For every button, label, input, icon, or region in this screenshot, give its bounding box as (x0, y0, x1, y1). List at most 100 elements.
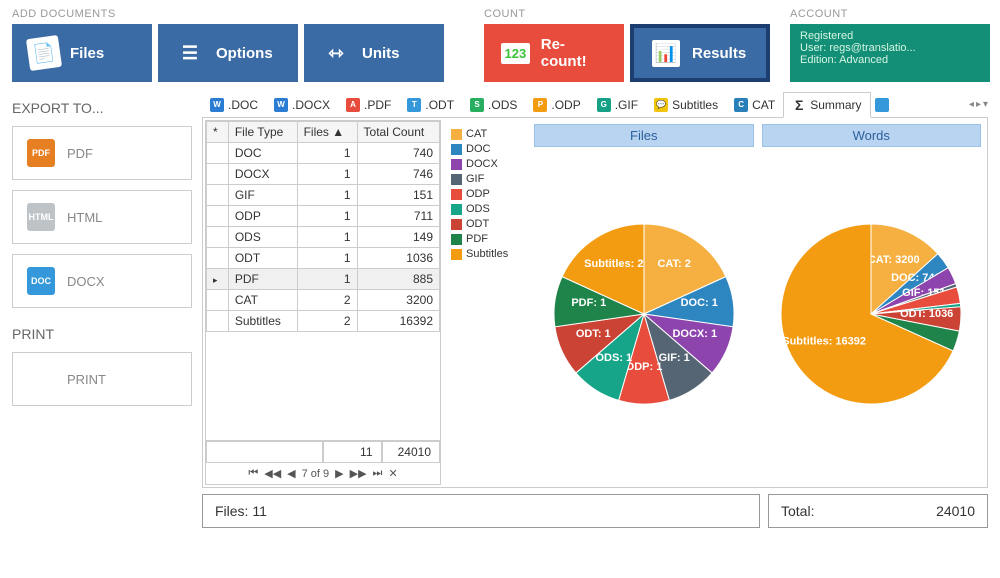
print-btn-label: PRINT (67, 372, 106, 387)
odp-icon: P (533, 98, 547, 112)
svg-text:Subtitles: 2: Subtitles: 2 (584, 258, 643, 270)
chart-files-title: Files (534, 124, 754, 147)
units-icon: ⇿ (320, 37, 352, 69)
chart-legend: CAT DOC DOCX GIF ODP ODS ODT PDF Subtitles (451, 124, 526, 481)
pager-stop[interactable]: ✕ (388, 467, 397, 480)
legend-item: ODT (451, 218, 526, 230)
col-star[interactable]: * (207, 122, 229, 143)
svg-text:Subtitles: 16392: Subtitles: 16392 (783, 335, 867, 347)
legend-item: ODS (451, 203, 526, 215)
tab-odp[interactable]: P.ODP (525, 93, 588, 117)
export-docx-button[interactable]: DOC DOCX (12, 254, 192, 308)
footer-files: Files: 11 (202, 494, 760, 528)
html-icon: HTML (27, 203, 55, 231)
pager-pos: 7 of 9 (302, 468, 330, 480)
tab-ods[interactable]: S.ODS (462, 93, 525, 117)
tab-docx[interactable]: W.DOCX (266, 93, 338, 117)
overflow-icon (875, 98, 889, 112)
pager-last[interactable]: ⏭ (373, 467, 383, 480)
tab-menu[interactable]: ▾ (983, 99, 988, 110)
account-panel[interactable]: Registered User: regs@translatio... Edit… (790, 24, 990, 82)
recount-button[interactable]: 123 Re-count! (484, 24, 624, 82)
tab-doc[interactable]: W.DOC (202, 93, 266, 117)
svg-text:CAT: 3200: CAT: 3200 (868, 254, 920, 266)
files-icon: 📄 (26, 35, 62, 71)
svg-text:CAT: 2: CAT: 2 (657, 258, 690, 270)
tab-overflow[interactable] (871, 93, 897, 117)
legend-item: GIF (451, 173, 526, 185)
tab-scroll-left[interactable]: ◂ (969, 99, 974, 110)
legend-item: CAT (451, 128, 526, 140)
tab-bar: W.DOC W.DOCX A.PDF T.ODT S.ODS P.ODP G.G… (202, 92, 988, 118)
col-total[interactable]: Total Count (357, 122, 439, 143)
pdf-tab-icon: A (346, 98, 360, 112)
export-docx-label: DOCX (67, 274, 105, 289)
odt-icon: T (407, 98, 421, 112)
footer-total: Total:24010 (768, 494, 988, 528)
table-row[interactable]: ODP1711 (207, 206, 440, 227)
table-row[interactable]: ODT11036 (207, 248, 440, 269)
sum-files: 11 (323, 441, 382, 463)
tab-subtitles[interactable]: 💬Subtitles (646, 93, 726, 117)
results-button[interactable]: 📊 Results (630, 24, 770, 82)
pager-prev[interactable]: ◀ (287, 467, 295, 480)
summary-icon: Σ (792, 98, 806, 112)
options-button[interactable]: ☰ Options (158, 24, 298, 82)
table-row[interactable]: ODS1149 (207, 227, 440, 248)
col-files[interactable]: Files ▲ (297, 122, 357, 143)
units-button[interactable]: ⇿ Units (304, 24, 444, 82)
export-pdf-label: PDF (67, 146, 93, 161)
results-icon: 📊 (650, 37, 682, 69)
table-row[interactable]: Subtitles216392 (207, 311, 440, 332)
svg-text:DOCX: 1: DOCX: 1 (672, 328, 717, 340)
sum-total: 24010 (382, 441, 441, 463)
ods-icon: S (470, 98, 484, 112)
pager-nextpage[interactable]: ▶▶ (350, 467, 367, 480)
tab-odt[interactable]: T.ODT (399, 93, 462, 117)
files-button[interactable]: 📄 Files (12, 24, 152, 82)
svg-text:GIF: 1: GIF: 1 (658, 352, 689, 364)
summary-table-area: * File Type Files ▲ Total Count DOC1740D… (205, 120, 441, 485)
svg-text:DOC: 1: DOC: 1 (680, 297, 717, 309)
section-count: COUNT (484, 8, 770, 20)
print-button[interactable]: 🖨 PRINT (12, 352, 192, 406)
table-row[interactable]: GIF1151 (207, 185, 440, 206)
results-label: Results (692, 45, 746, 62)
export-html-label: HTML (67, 210, 102, 225)
col-filetype[interactable]: File Type (228, 122, 297, 143)
legend-item: DOCX (451, 158, 526, 170)
docx-icon: DOC (27, 267, 55, 295)
legend-item: PDF (451, 233, 526, 245)
print-icon: 🖨 (27, 365, 55, 393)
options-label: Options (216, 45, 273, 62)
pager-next[interactable]: ▶ (335, 467, 343, 480)
tab-summary[interactable]: ΣSummary (783, 92, 870, 118)
table-row[interactable]: PDF1885 (207, 269, 440, 290)
table-row[interactable]: DOC1740 (207, 143, 440, 164)
pager[interactable]: ⏮ ◀◀ ◀ 7 of 9 ▶ ▶▶ ⏭ ✕ (206, 463, 440, 484)
options-icon: ☰ (174, 37, 206, 69)
chart-words-title: Words (762, 124, 982, 147)
summary-table[interactable]: * File Type Files ▲ Total Count DOC1740D… (206, 121, 440, 332)
legend-item: Subtitles (451, 248, 526, 260)
pager-prevpage[interactable]: ◀◀ (264, 467, 281, 480)
section-account: ACCOUNT (790, 8, 990, 20)
subtitles-icon: 💬 (654, 98, 668, 112)
tab-cat[interactable]: CCAT (726, 93, 783, 117)
tab-gif[interactable]: G.GIF (589, 93, 646, 117)
svg-text:ODS: 1: ODS: 1 (595, 352, 632, 364)
legend-item: DOC (451, 143, 526, 155)
export-pdf-button[interactable]: PDF PDF (12, 126, 192, 180)
svg-text:ODT: 1036: ODT: 1036 (900, 308, 953, 320)
section-add-documents: ADD DOCUMENTS (12, 8, 444, 20)
account-status: Registered (800, 30, 980, 42)
svg-text:ODT: 1: ODT: 1 (576, 328, 611, 340)
table-row[interactable]: CAT23200 (207, 290, 440, 311)
table-row[interactable]: DOCX1746 (207, 164, 440, 185)
legend-item: ODP (451, 188, 526, 200)
recount-label: Re-count! (541, 36, 608, 70)
tab-scroll-right[interactable]: ▸ (976, 99, 981, 110)
export-html-button[interactable]: HTML HTML (12, 190, 192, 244)
pager-first[interactable]: ⏮ (248, 467, 258, 480)
tab-pdf[interactable]: A.PDF (338, 93, 399, 117)
